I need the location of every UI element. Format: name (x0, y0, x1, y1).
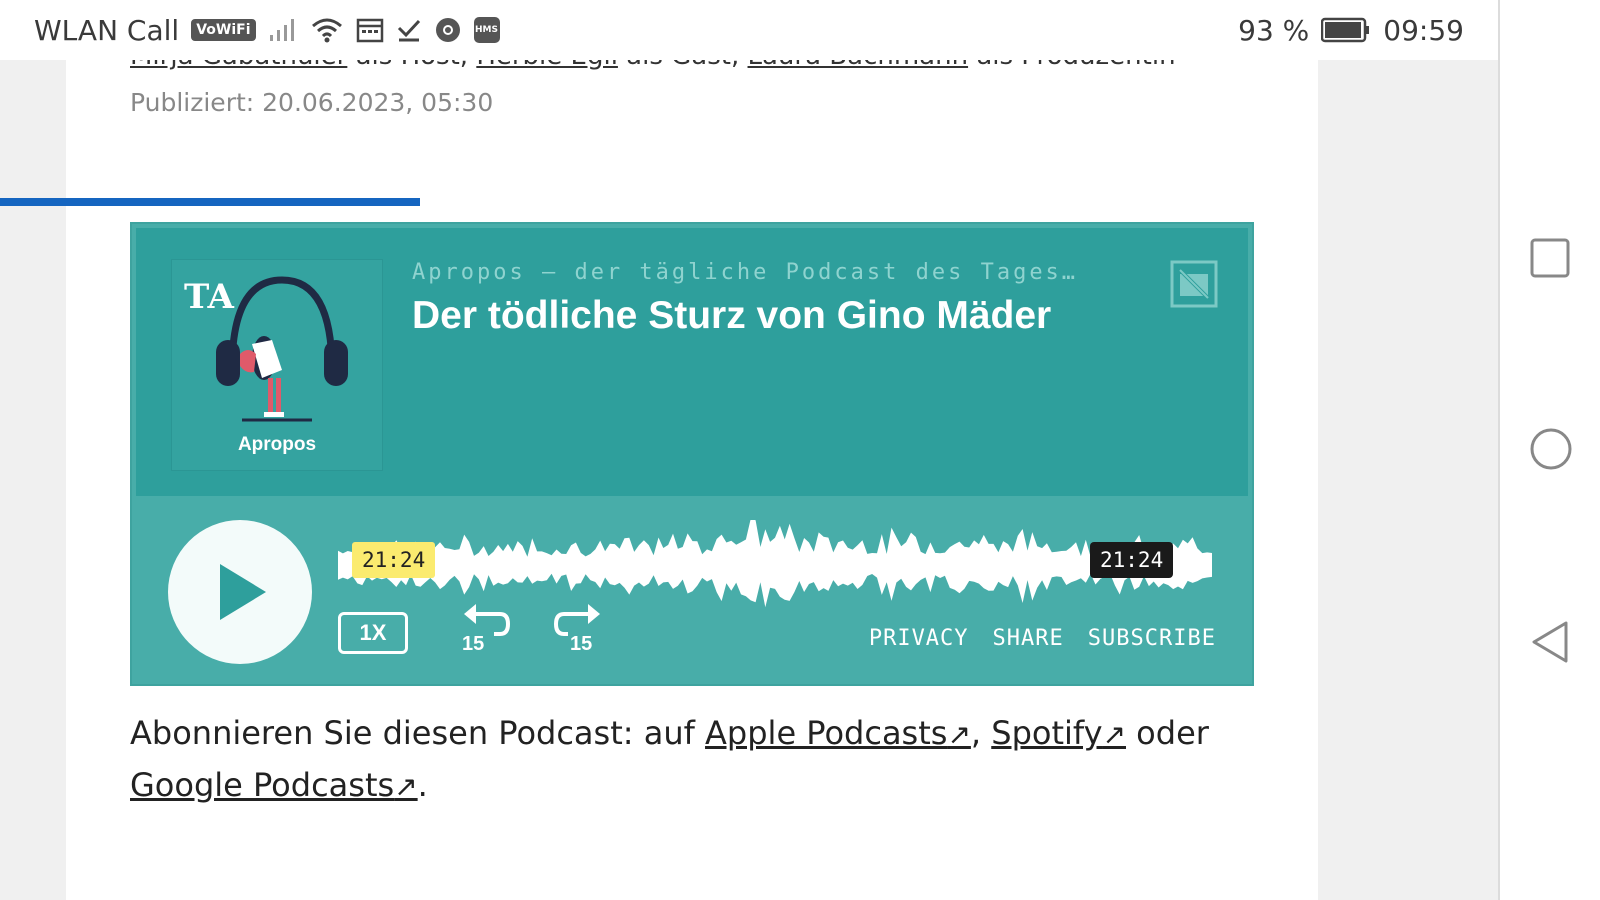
skip-forward-button[interactable]: 15 (550, 602, 604, 658)
skip-back-seconds: 15 (462, 633, 485, 655)
episode-title[interactable]: Der tödliche Sturz von Gino Mäder (412, 294, 1051, 338)
google-podcasts-link[interactable]: Google Podcasts↗ (130, 766, 418, 804)
privacy-link[interactable]: PRIVACY (869, 626, 969, 651)
waveform-shape (338, 520, 1212, 608)
share-link[interactable]: SHARE (993, 626, 1064, 651)
external-link-icon: ↗ (1102, 718, 1126, 751)
play-icon (220, 564, 266, 620)
total-time-badge: 21:24 (1090, 542, 1174, 578)
headphones-illustration-icon: TA (184, 276, 348, 422)
play-button[interactable] (168, 520, 312, 664)
chrome-icon (434, 16, 462, 44)
status-bar-right: 93 % 09:59 (1238, 14, 1464, 47)
circle-icon (1530, 428, 1572, 470)
external-link-icon: ↗ (394, 770, 418, 803)
spotify-link[interactable]: Spotify↗ (991, 714, 1126, 752)
podcast-provider-icon[interactable] (1170, 260, 1218, 308)
recent-apps-button[interactable] (1530, 238, 1570, 282)
subscribe-link[interactable]: SUBSCRIBE (1088, 626, 1216, 651)
square-icon (1530, 238, 1570, 278)
podcast-show-name[interactable]: Apropos – der tägliche Podcast des Tages… (412, 260, 1078, 285)
reading-progress-bar (0, 198, 420, 206)
vowifi-badge: VoWiFi (191, 19, 256, 41)
back-button[interactable] (1530, 620, 1570, 668)
separator: , (970, 714, 992, 752)
podcast-player: TA Apropos Apropos – der tägliche Podcas… (130, 222, 1254, 686)
navigation-bar (1498, 0, 1600, 900)
audio-waveform-scrubber[interactable] (338, 520, 1212, 610)
hms-icon: HMS (473, 17, 500, 43)
playback-speed-button[interactable]: 1X (338, 612, 408, 654)
svg-text:TA: TA (184, 277, 234, 317)
signal-icon (268, 17, 298, 43)
player-links: PRIVACY SHARE SUBSCRIBE (869, 626, 1216, 651)
calendar-icon (356, 17, 384, 43)
clock: 09:59 (1383, 13, 1464, 47)
carrier-label: WLAN Call (34, 13, 180, 47)
current-time-badge: 21:24 (352, 542, 436, 578)
status-bar-left: WLAN Call VoWiFi HMS (34, 14, 500, 47)
podcast-cover: TA Apropos (172, 260, 382, 470)
battery-percent: 93 % (1238, 13, 1310, 47)
home-button[interactable] (1530, 428, 1572, 474)
triangle-back-icon (1532, 621, 1568, 663)
period: . (417, 766, 428, 804)
subscribe-paragraph: Abonnieren Sie diesen Podcast: auf Apple… (130, 708, 1240, 812)
google-podcasts-label: Google Podcasts (130, 766, 395, 804)
external-link-icon: ↗ (947, 718, 971, 751)
cover-label: Apropos (237, 434, 317, 455)
skip-forward-seconds: 15 (570, 633, 593, 655)
spotify-label: Spotify (991, 714, 1103, 752)
status-bar: WLAN Call VoWiFi HMS 93 % 09:59 (0, 0, 1498, 60)
skip-back-button[interactable]: 15 (460, 602, 514, 658)
wifi-icon (310, 16, 344, 44)
apple-podcasts-link[interactable]: Apple Podcasts↗ (705, 714, 971, 752)
or-text: oder (1126, 714, 1209, 752)
download-done-icon (396, 17, 422, 43)
battery-icon (1321, 17, 1371, 43)
published-date: Publiziert: 20.06.2023, 05:30 (130, 88, 494, 117)
apple-podcasts-label: Apple Podcasts (705, 714, 948, 752)
player-header: TA Apropos Apropos – der tägliche Podcas… (136, 228, 1248, 496)
subscribe-intro: Abonnieren Sie diesen Podcast: auf (130, 714, 706, 752)
